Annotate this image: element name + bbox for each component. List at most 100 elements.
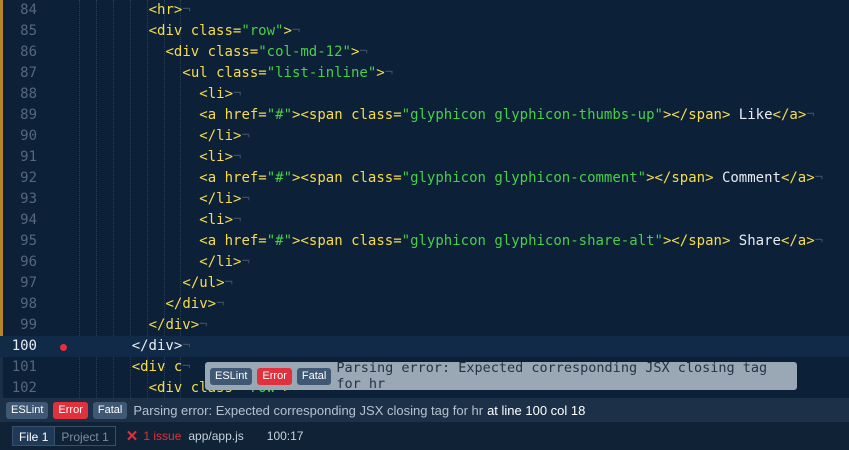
code-text: </div>¬: [149, 315, 208, 336]
severity-badge: Error: [53, 401, 88, 419]
line-number[interactable]: 94: [3, 210, 37, 231]
line-number[interactable]: 100: [3, 336, 37, 357]
code-line[interactable]: 91 <li>¬: [0, 147, 849, 168]
line-number[interactable]: 96: [3, 252, 37, 273]
code-token: >: [376, 65, 385, 81]
code-text: </ul>¬: [182, 273, 233, 294]
line-number[interactable]: 84: [3, 0, 37, 21]
newline-marker: ¬: [384, 65, 394, 81]
line-number[interactable]: 102: [3, 378, 37, 398]
severity-badge: Error: [257, 367, 292, 385]
code-token: class=: [190, 23, 242, 39]
tab-file-count: 1: [41, 430, 49, 444]
code-token: Comment: [713, 170, 781, 186]
code-token: class=: [351, 233, 402, 249]
code-token: class=: [351, 107, 402, 123]
line-number[interactable]: 87: [3, 63, 37, 84]
code-token: ></span>: [662, 107, 731, 123]
cursor-position[interactable]: 100:17: [267, 429, 304, 443]
tab-file-label: File: [19, 430, 39, 444]
current-code-line[interactable]: 100 </div>¬: [0, 336, 849, 357]
line-number[interactable]: 89: [3, 105, 37, 126]
tab-project-label: Project: [61, 430, 99, 444]
code-line[interactable]: 93 </li>¬: [0, 189, 849, 210]
newline-marker: ¬: [233, 86, 242, 102]
code-editor[interactable]: 84 <hr>¬ 85 <div class="row">¬ 86 <div class=…: [0, 0, 849, 398]
newline-marker: ¬: [359, 44, 368, 60]
code-line[interactable]: 98 </div>¬: [0, 294, 849, 315]
code-token: <a: [199, 107, 225, 123]
file-path[interactable]: app/app.js: [188, 429, 243, 443]
line-number[interactable]: 101: [3, 357, 37, 378]
code-text: <div class="col-md-12">¬: [166, 42, 368, 63]
code-text: </li>¬: [199, 189, 250, 210]
kind-badge: Fatal: [92, 401, 128, 419]
newline-marker: ¬: [814, 233, 824, 249]
line-number[interactable]: 93: [3, 189, 37, 210]
code-token: class=: [216, 65, 267, 81]
modified-line-marker: [0, 0, 3, 336]
code-text: <div c¬: [132, 357, 191, 378]
code-token: <li>: [199, 149, 234, 165]
code-line[interactable]: 96 </li>¬: [0, 252, 849, 273]
newline-marker: ¬: [806, 107, 815, 123]
code-token: </div>: [165, 296, 217, 312]
line-number[interactable]: 99: [3, 315, 37, 336]
code-token: ><span: [292, 233, 352, 249]
message-location-link[interactable]: at line 100 col 18: [487, 403, 585, 418]
code-line[interactable]: 95 <a href="#"><span class="glyphicon gly…: [0, 231, 849, 252]
code-token: <li>: [199, 86, 234, 102]
newline-marker: ¬: [224, 275, 233, 291]
code-line[interactable]: 92 <a href="#"><span class="glyphicon gly…: [0, 168, 849, 189]
code-text: <ul class="list-inline">¬: [182, 63, 393, 84]
code-text: <li>¬: [199, 84, 241, 105]
code-line[interactable]: 86 <div class="col-md-12">¬: [0, 42, 849, 63]
linter-message-bar[interactable]: ESLint Error Fatal Parsing error: Expect…: [0, 398, 849, 422]
newline-marker: ¬: [216, 296, 225, 312]
line-number[interactable]: 92: [3, 168, 37, 189]
line-number[interactable]: 85: [3, 21, 37, 42]
newline-marker: ¬: [233, 212, 242, 228]
line-number[interactable]: 86: [3, 42, 37, 63]
newline-marker: ¬: [199, 317, 208, 333]
code-token: href=: [224, 233, 267, 249]
code-token: "#": [266, 170, 293, 186]
code-token: Like: [730, 107, 773, 123]
error-indicator-icon[interactable]: [60, 344, 67, 351]
line-number[interactable]: 95: [3, 231, 37, 252]
code-token: "glyphicon glyphicon-thumbs-up": [401, 107, 663, 123]
tab-project[interactable]: Project 1: [55, 426, 116, 446]
code-token: </div>: [131, 338, 183, 354]
code-token: <a: [199, 170, 225, 186]
line-number[interactable]: 97: [3, 273, 37, 294]
tooltip-message: Parsing error: Expected corresponding JS…: [336, 360, 768, 392]
code-line[interactable]: 84 <hr>¬: [0, 0, 849, 21]
issues-indicator[interactable]: ✕ 1 issue: [126, 427, 182, 445]
code-line[interactable]: 99 </div>¬: [0, 315, 849, 336]
code-line[interactable]: 87 <ul class="list-inline">¬: [0, 63, 849, 84]
code-token: <li>: [199, 212, 234, 228]
code-token: ><span: [292, 170, 352, 186]
lint-error-tooltip: ESLint Error Fatal Parsing error: Expect…: [205, 360, 797, 392]
code-token: class=: [207, 44, 259, 60]
line-number[interactable]: 88: [3, 84, 37, 105]
code-token: <hr>: [148, 2, 183, 18]
line-number[interactable]: 98: [3, 294, 37, 315]
code-token: <a: [199, 233, 225, 249]
code-line[interactable]: 89 <a href="#"><span class="glyphicon gly…: [0, 105, 849, 126]
code-token: <div: [165, 44, 208, 60]
code-text: </li>¬: [199, 252, 250, 273]
code-text: <li>¬: [199, 210, 241, 231]
line-number[interactable]: 91: [3, 147, 37, 168]
code-text: <li>¬: [199, 147, 241, 168]
line-number[interactable]: 90: [3, 126, 37, 147]
code-token: <div: [148, 23, 191, 39]
code-line[interactable]: 94 <li>¬: [0, 210, 849, 231]
code-line[interactable]: 85 <div class="row">¬: [0, 21, 849, 42]
newline-marker: ¬: [241, 128, 250, 144]
code-line[interactable]: 88 <li>¬: [0, 84, 849, 105]
tab-file[interactable]: File 1: [12, 426, 56, 446]
code-line[interactable]: 90 </li>¬: [0, 126, 849, 147]
code-token: </li>: [199, 191, 242, 207]
code-line[interactable]: 97 </ul>¬: [0, 273, 849, 294]
